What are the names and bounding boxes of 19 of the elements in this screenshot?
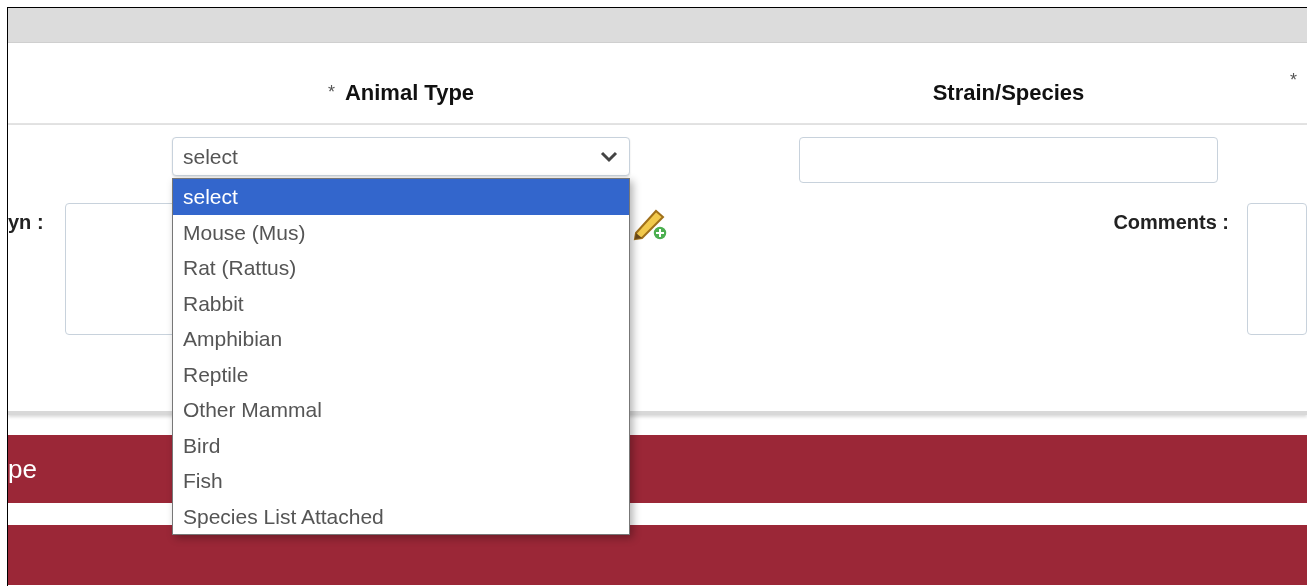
- column-header: Animal Type: [344, 78, 475, 107]
- dropdown-option[interactable]: Mouse (Mus): [173, 214, 629, 250]
- dropdown-option[interactable]: Rat (Rattus): [173, 250, 629, 286]
- animal-type-select[interactable]: select: [172, 137, 630, 176]
- dropdown-option[interactable]: Fish: [173, 463, 629, 499]
- dropdown-option[interactable]: Other Mammal: [173, 392, 629, 428]
- field-label: yn :: [8, 210, 45, 235]
- column-header: Strain/Species: [932, 78, 1085, 107]
- field-label: Comments :: [1113, 210, 1229, 235]
- input-field[interactable]: [799, 137, 1218, 183]
- dropdown-option[interactable]: select: [173, 179, 629, 215]
- section-title: pe: [8, 452, 37, 486]
- dropdown-option[interactable]: Reptile: [173, 356, 629, 392]
- chevron-down-icon: [599, 149, 619, 164]
- dropdown-option[interactable]: Rabbit: [173, 285, 629, 321]
- required-mark: *: [1290, 69, 1297, 92]
- required-mark: *: [327, 80, 335, 104]
- dropdown-option[interactable]: Amphibian: [173, 321, 629, 357]
- dropdown-menu[interactable]: select Mouse (Mus) Rat (Rattus) Rabbit Amphibian Reptile Other Mammal Bird Fish Species List Attached: [172, 178, 630, 535]
